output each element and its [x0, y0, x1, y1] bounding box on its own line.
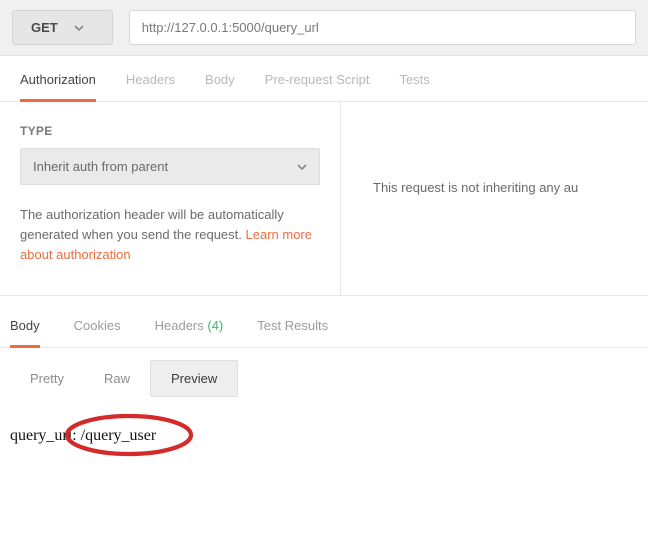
method-dropdown[interactable]: GET	[12, 10, 113, 45]
view-raw[interactable]: Raw	[84, 361, 150, 396]
resp-headers-label: Headers	[155, 318, 204, 333]
auth-type-label: TYPE	[20, 124, 320, 138]
tab-tests[interactable]: Tests	[399, 72, 429, 101]
view-mode-buttons: Pretty Raw Preview	[0, 348, 648, 397]
tab-body[interactable]: Body	[205, 72, 235, 101]
auth-type-dropdown[interactable]: Inherit auth from parent	[20, 148, 320, 185]
tab-prerequest[interactable]: Pre-request Script	[265, 72, 370, 101]
chevron-down-icon	[297, 164, 307, 170]
resp-tab-test-results[interactable]: Test Results	[257, 318, 328, 347]
auth-inherit-message: This request is not inheriting any au	[373, 180, 578, 195]
url-input[interactable]	[129, 10, 636, 45]
tab-headers[interactable]: Headers	[126, 72, 175, 101]
response-body-text: query_url: /query_user	[10, 427, 648, 445]
auth-help-prefix: The authorization header will be automat…	[20, 207, 284, 242]
auth-left-column: TYPE Inherit auth from parent The author…	[0, 102, 341, 295]
auth-help-text: The authorization header will be automat…	[20, 205, 320, 265]
request-top-bar: GET	[0, 0, 648, 56]
auth-right-column: This request is not inheriting any au	[341, 102, 648, 295]
method-label: GET	[31, 20, 58, 35]
view-pretty[interactable]: Pretty	[10, 361, 84, 396]
resp-tab-body[interactable]: Body	[10, 318, 40, 348]
resp-tab-cookies[interactable]: Cookies	[74, 318, 121, 347]
chevron-down-icon	[74, 25, 84, 31]
authorization-panel: TYPE Inherit auth from parent The author…	[0, 102, 648, 296]
request-tabs: Authorization Headers Body Pre-request S…	[0, 56, 648, 102]
resp-headers-count: (4)	[207, 318, 223, 333]
response-preview: query_url: /query_user	[0, 397, 648, 445]
tab-authorization[interactable]: Authorization	[20, 72, 96, 102]
response-tabs: Body Cookies Headers (4) Test Results	[0, 296, 648, 348]
view-preview[interactable]: Preview	[150, 360, 238, 397]
resp-tab-headers[interactable]: Headers (4)	[155, 318, 224, 347]
auth-type-value: Inherit auth from parent	[33, 159, 168, 174]
